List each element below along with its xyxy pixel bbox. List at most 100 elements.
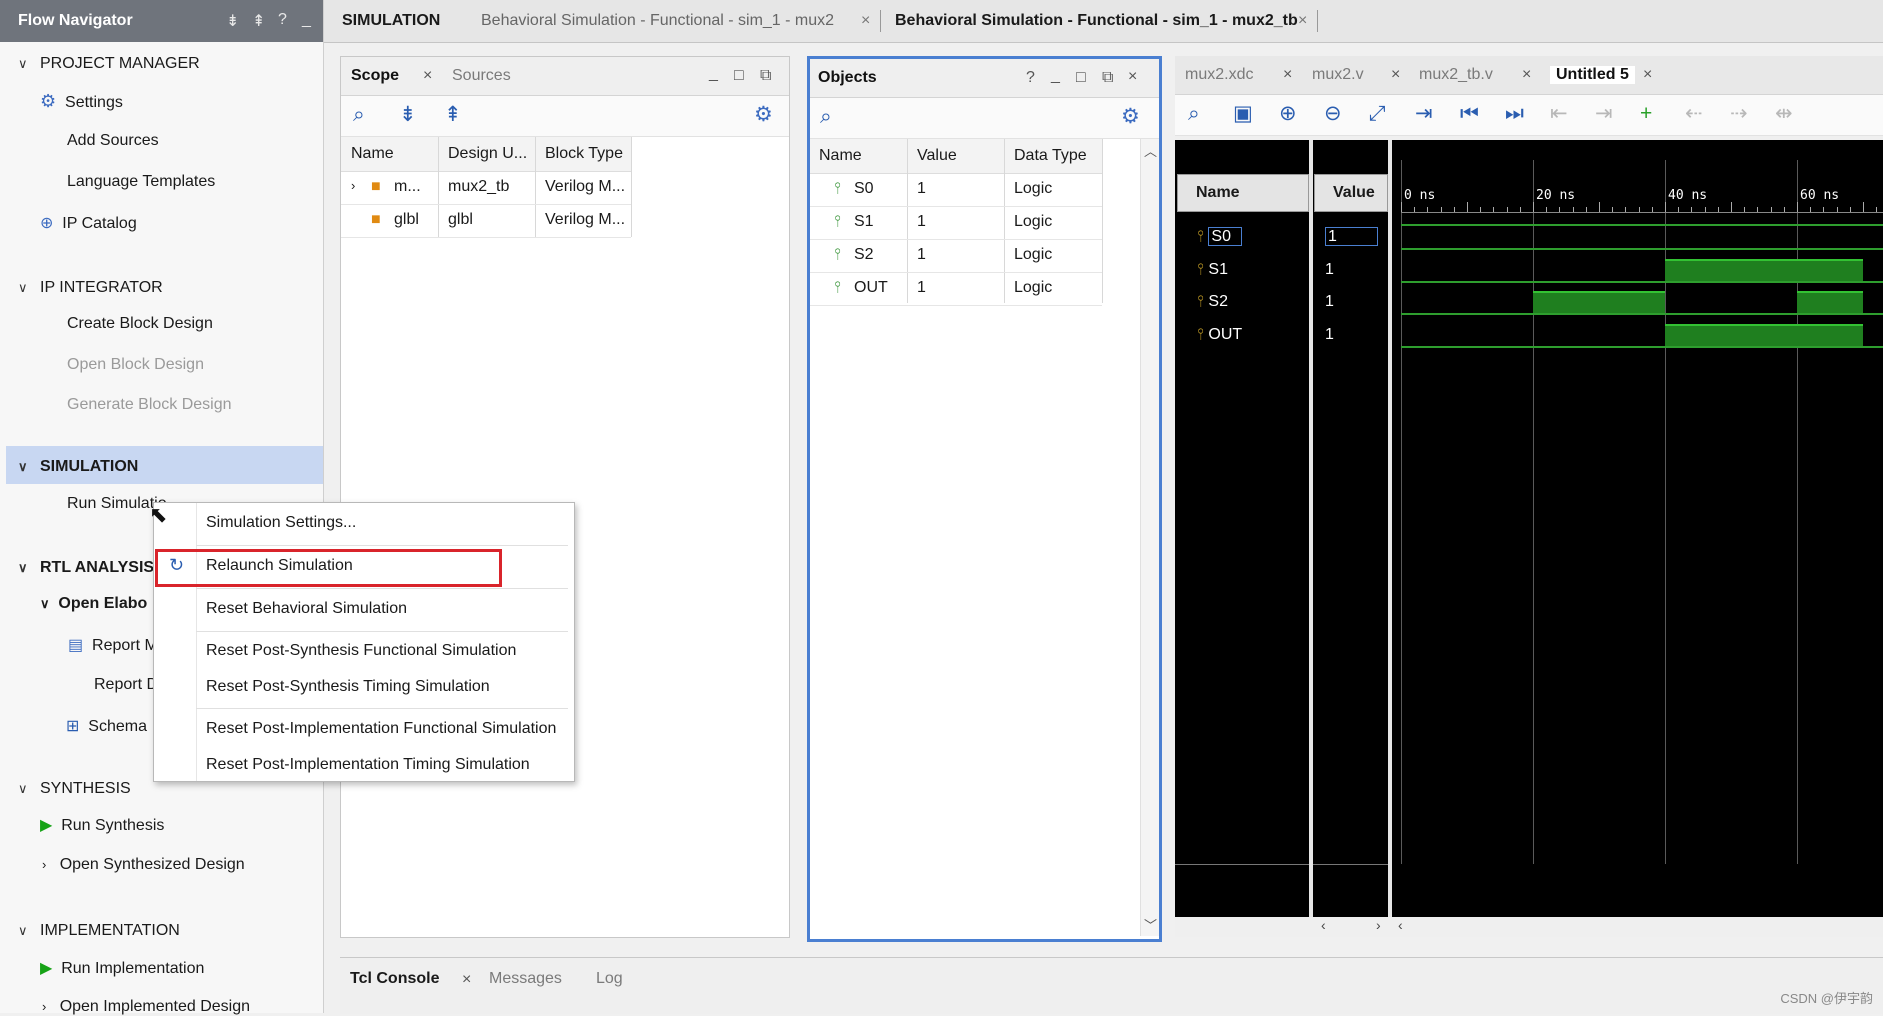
zoom-fit-icon[interactable]: ⤢	[1369, 103, 1386, 125]
nav-ip-catalog[interactable]: ⊕ IP Catalog	[40, 213, 137, 233]
wave-signal-name[interactable]: ⫯ S0	[1197, 227, 1242, 246]
minimize-icon[interactable]: _	[709, 65, 718, 83]
scroll-up-icon[interactable]: ︿	[1144, 141, 1157, 160]
nav-run-implementation[interactable]: ▶ Run Implementation	[40, 958, 204, 978]
nav-open-implemented-design[interactable]: › Open Implemented Design	[42, 998, 250, 1016]
add-marker-icon[interactable]: +	[1640, 103, 1652, 125]
nav-open-block-design[interactable]: Open Block Design	[67, 356, 204, 374]
nav-language-templates[interactable]: Language Templates	[67, 173, 215, 191]
nav-run-synthesis[interactable]: ▶ Run Synthesis	[40, 815, 164, 835]
previous-marker-icon[interactable]: ⇠	[1685, 103, 1703, 125]
column-header-data-type[interactable]: Data Type	[1014, 147, 1087, 165]
scroll-down-icon[interactable]: ﹀	[1144, 915, 1157, 934]
nav-create-block-design[interactable]: Create Block Design	[67, 315, 213, 333]
nav-settings[interactable]: ⚙ Settings	[40, 91, 123, 112]
previous-transition-icon[interactable]: ⇤	[1550, 103, 1568, 125]
chevron-right-icon[interactable]: ›	[351, 178, 355, 193]
search-icon[interactable]: ⌕	[1188, 103, 1200, 125]
tab-scope[interactable]: Scope	[351, 67, 399, 85]
close-icon[interactable]: ×	[1391, 66, 1400, 84]
nav-add-sources[interactable]: Add Sources	[67, 132, 159, 150]
close-icon[interactable]: ×	[1128, 68, 1137, 86]
close-icon[interactable]: ×	[462, 971, 471, 989]
maximize-icon[interactable]: □	[1076, 69, 1086, 87]
collapse-all-icon[interactable]: ⇟	[226, 11, 239, 31]
table-row[interactable]: ⫯ OUT 1 Logic	[810, 273, 1102, 306]
column-header-design-unit[interactable]: Design U...	[448, 145, 527, 163]
section-simulation[interactable]: ∨ SIMULATION	[18, 458, 138, 476]
menu-item-reset-behavioral[interactable]: Reset Behavioral Simulation	[206, 600, 407, 618]
gear-icon[interactable]: ⚙	[1121, 106, 1140, 128]
table-row[interactable]: ⫯ S2 1 Logic	[810, 240, 1102, 273]
tab-behavioral-sim-mux2-tb[interactable]: Behavioral Simulation - Functional - sim…	[895, 12, 1298, 30]
tab-sources[interactable]: Sources	[452, 67, 511, 85]
section-ip-integrator[interactable]: ∨ IP INTEGRATOR	[18, 279, 163, 297]
nav-open-synthesized-design[interactable]: › Open Synthesized Design	[42, 856, 245, 874]
help-icon[interactable]: ?	[1026, 69, 1035, 87]
zoom-out-icon[interactable]: ⊖	[1324, 103, 1342, 125]
table-row[interactable]: ⫯ S1 1 Logic	[810, 207, 1102, 240]
column-header-block-type[interactable]: Block Type	[545, 145, 623, 163]
column-header-name[interactable]: Name	[351, 145, 394, 163]
wave-signal-name[interactable]: ⫯ OUT	[1197, 326, 1242, 344]
waveform-viewer[interactable]: Name Value ‹ › ‹ 0 ns 20 ns 40 ns 60 ns ⫯ S…	[1175, 140, 1883, 937]
float-icon[interactable]: ⧉	[1102, 69, 1113, 87]
expand-all-icon[interactable]: ⇞	[252, 11, 265, 31]
tab-untitled-5[interactable]: Untitled 5	[1550, 66, 1635, 84]
menu-item-reset-post-impl-timing[interactable]: Reset Post-Implementation Timing Simulat…	[206, 756, 530, 774]
close-icon[interactable]: ×	[861, 12, 870, 30]
minimize-icon[interactable]: _	[302, 11, 311, 29]
menu-item-reset-post-synth-functional[interactable]: Reset Post-Synthesis Functional Simulati…	[206, 642, 516, 660]
column-header-value[interactable]: Value	[917, 147, 957, 165]
search-icon[interactable]: ⌕	[820, 106, 832, 128]
nav-report-drc[interactable]: Report D	[94, 676, 158, 694]
tab-log[interactable]: Log	[596, 970, 623, 988]
close-icon[interactable]: ×	[423, 67, 432, 85]
save-icon[interactable]: ▣	[1233, 103, 1253, 125]
section-implementation[interactable]: ∨ IMPLEMENTATION	[18, 922, 180, 940]
tab-behavioral-sim-mux2[interactable]: Behavioral Simulation - Functional - sim…	[481, 12, 834, 30]
section-synthesis[interactable]: ∨ SYNTHESIS	[18, 780, 131, 798]
menu-item-reset-post-synth-timing[interactable]: Reset Post-Synthesis Timing Simulation	[206, 678, 490, 696]
gear-icon[interactable]: ⚙	[754, 104, 773, 126]
wave-splitter[interactable]	[1388, 140, 1392, 937]
float-icon[interactable]: ⧉	[760, 67, 771, 85]
close-icon[interactable]: ×	[1643, 66, 1652, 84]
column-header-name[interactable]: Name	[819, 147, 862, 165]
nav-generate-block-design[interactable]: Generate Block Design	[67, 396, 232, 414]
close-icon[interactable]: ×	[1283, 66, 1292, 84]
tab-messages[interactable]: Messages	[489, 970, 562, 988]
wave-signal-name[interactable]: ⫯ S2	[1197, 293, 1228, 311]
table-row[interactable]: ■ glbl glbl Verilog M...	[341, 205, 631, 237]
section-rtl-analysis[interactable]: ∨ RTL ANALYSIS	[18, 559, 154, 577]
tab-mux2-tb-v[interactable]: mux2_tb.v	[1419, 66, 1493, 84]
maximize-icon[interactable]: □	[734, 67, 744, 85]
section-project-manager[interactable]: ∨ PROJECT MANAGER	[18, 55, 200, 73]
go-to-cursor-icon[interactable]: ⇥	[1415, 103, 1433, 125]
help-icon[interactable]: ?	[278, 11, 287, 29]
next-marker-icon[interactable]: ⇢	[1730, 103, 1748, 125]
tab-mux2-v[interactable]: mux2.v	[1312, 66, 1364, 84]
expand-all-icon[interactable]: ⇞	[444, 104, 462, 126]
tab-tcl-console[interactable]: Tcl Console	[350, 970, 440, 988]
menu-item-reset-post-impl-functional[interactable]: Reset Post-Implementation Functional Sim…	[206, 720, 556, 738]
menu-item-simulation-settings[interactable]: Simulation Settings...	[206, 514, 356, 532]
chevron-right-icon[interactable]: ›	[1376, 917, 1381, 933]
nav-schematic[interactable]: ⊞ Schema	[66, 716, 147, 736]
swap-cursors-icon[interactable]: ⇹	[1775, 103, 1793, 125]
collapse-all-icon[interactable]: ⇟	[399, 104, 417, 126]
zoom-in-icon[interactable]: ⊕	[1279, 103, 1297, 125]
tab-mux2-xdc[interactable]: mux2.xdc	[1185, 66, 1253, 84]
go-to-start-icon[interactable]: ⏮	[1460, 103, 1479, 125]
minimize-icon[interactable]: _	[1051, 67, 1060, 85]
table-row[interactable]: ⫯ S0 1 Logic	[810, 174, 1102, 207]
close-icon[interactable]: ×	[1298, 12, 1307, 30]
nav-open-elaborated[interactable]: ∨ Open Elabo	[40, 595, 147, 613]
table-row[interactable]: › ■ m... mux2_tb Verilog M...	[341, 172, 631, 204]
nav-report-methodology[interactable]: ▤ Report M	[68, 635, 158, 655]
go-to-end-icon[interactable]: ⏭	[1505, 103, 1524, 125]
wave-splitter[interactable]	[1309, 140, 1313, 937]
chevron-left-icon[interactable]: ‹	[1398, 917, 1403, 933]
objects-scrollbar[interactable]: ︿ ﹀	[1140, 139, 1159, 936]
chevron-left-icon[interactable]: ‹	[1321, 917, 1326, 933]
